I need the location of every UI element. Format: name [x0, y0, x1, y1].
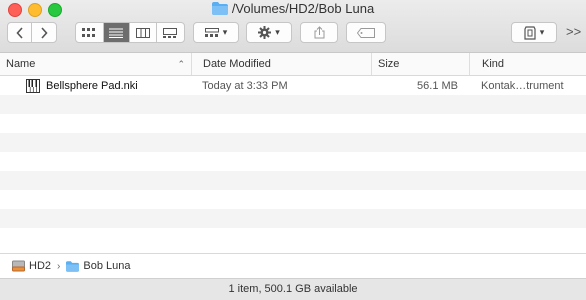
title-bar: /Volumes/HD2/Bob Luna ▾ ▾ ▾ >> [0, 0, 586, 53]
window-title: /Volumes/HD2/Bob Luna [0, 1, 586, 18]
chevron-left-icon [15, 26, 23, 39]
columns-icon [135, 27, 150, 38]
column-header-name[interactable]: Name ⌃ [0, 53, 192, 75]
empty-row [0, 152, 586, 171]
chevron-down-icon: ▾ [222, 27, 228, 37]
empty-row [0, 171, 586, 190]
file-size: 56.1 MB [417, 79, 458, 92]
empty-row [0, 190, 586, 209]
gallery-view-button[interactable] [157, 23, 184, 42]
chevron-up-icon: ⌃ [177, 59, 185, 69]
column-header: Name ⌃ Date Modified Size Kind [0, 53, 586, 76]
column-header-size[interactable]: Size [372, 53, 470, 75]
file-kind: Kontak…trument [481, 79, 564, 92]
group-by-icon [204, 27, 219, 37]
chevron-right-icon: › [57, 260, 61, 272]
path-item-hd2[interactable]: HD2 [12, 260, 51, 272]
action-button[interactable]: ▾ [246, 22, 292, 43]
list-icon [109, 28, 124, 38]
dropbox-icon [524, 25, 536, 40]
nav-buttons [7, 22, 57, 43]
file-name: Bellsphere Pad.nki [46, 79, 138, 92]
path-item-label: Bob Luna [83, 260, 131, 272]
chevron-right-icon [41, 26, 48, 39]
back-button[interactable] [8, 23, 33, 42]
column-header-date-label: Date Modified [203, 58, 271, 70]
path-bar: HD2 › Bob Luna [0, 253, 586, 278]
column-header-kind[interactable]: Kind [470, 53, 586, 75]
file-row[interactable]: Bellsphere Pad.nki Today at 3:33 PM 56.1… [0, 76, 586, 95]
chevron-down-icon: ▾ [539, 27, 545, 37]
path-item-bob-luna[interactable]: Bob Luna [66, 260, 130, 272]
empty-row [0, 114, 586, 133]
empty-row [0, 95, 586, 114]
piano-keys-file-icon [26, 78, 40, 93]
status-text: 1 item, 500.1 GB available [228, 283, 358, 295]
drive-icon [12, 260, 25, 272]
gallery-icon [163, 27, 178, 38]
share-icon [314, 26, 324, 39]
tag-icon [357, 27, 375, 38]
forward-button[interactable] [32, 23, 56, 42]
status-bar: 1 item, 500.1 GB available [0, 278, 586, 300]
column-header-name-label: Name [6, 58, 36, 70]
finder-window: /Volumes/HD2/Bob Luna ▾ ▾ ▾ >> Name ⌃ Da… [0, 0, 586, 300]
column-header-date[interactable]: Date Modified [192, 53, 372, 75]
column-header-kind-label: Kind [482, 58, 505, 70]
group-by-button[interactable]: ▾ [193, 22, 239, 43]
view-mode-switcher [75, 22, 185, 43]
share-button[interactable] [300, 22, 338, 43]
icon-grid-icon [82, 27, 96, 37]
empty-row [0, 228, 586, 247]
folder-icon [66, 260, 80, 272]
empty-row [0, 209, 586, 228]
gear-icon [258, 26, 272, 39]
window-title-text: /Volumes/HD2/Bob Luna [231, 1, 375, 16]
toolbar-overflow-button[interactable]: >> [566, 24, 581, 39]
list-view-button[interactable] [103, 23, 131, 42]
column-view-button[interactable] [130, 23, 157, 42]
tag-button[interactable] [346, 22, 386, 43]
column-header-size-label: Size [378, 58, 400, 70]
file-list: Bellsphere Pad.nki Today at 3:33 PM 56.1… [0, 76, 586, 252]
icon-view-button[interactable] [76, 23, 104, 42]
empty-row [0, 133, 586, 152]
chevron-down-icon: ▾ [275, 27, 280, 37]
path-item-label: HD2 [29, 260, 52, 272]
folder-icon [211, 2, 228, 18]
file-date: Today at 3:33 PM [202, 79, 288, 92]
dropbox-button[interactable]: ▾ [511, 22, 557, 43]
